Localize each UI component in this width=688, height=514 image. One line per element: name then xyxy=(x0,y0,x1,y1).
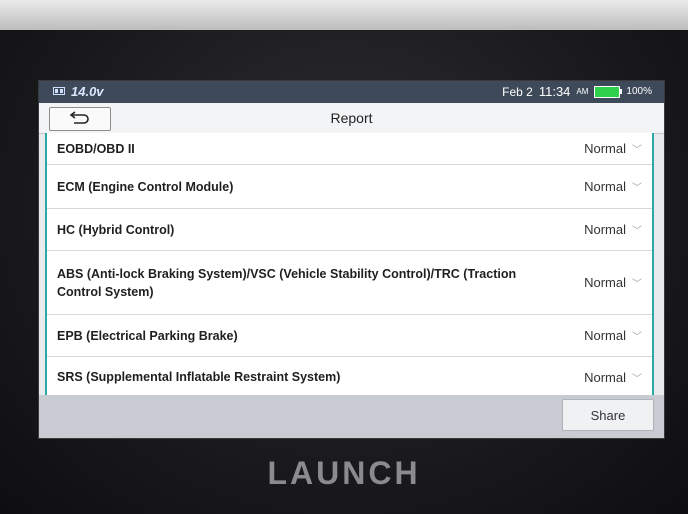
status-dropdown[interactable]: Normal ﹀ xyxy=(562,141,652,156)
status-value: Normal xyxy=(584,275,626,290)
device-bezel-top xyxy=(0,0,688,30)
chevron-down-icon: ﹀ xyxy=(632,279,642,290)
brand-logo: LAUNCH xyxy=(267,455,421,491)
system-name: EOBD/OBD II xyxy=(57,141,135,156)
chevron-down-icon: ﹀ xyxy=(632,226,642,237)
list-item[interactable]: ECM (Engine Control Module) Normal ﹀ xyxy=(47,165,652,209)
chevron-down-icon: ﹀ xyxy=(632,145,642,156)
share-button[interactable]: Share xyxy=(562,399,654,431)
list-item[interactable]: EPB (Electrical Parking Brake) Normal ﹀ xyxy=(47,315,652,357)
chevron-down-icon: ﹀ xyxy=(632,332,642,343)
system-name: ABS (Anti-lock Braking System)/VSC (Vehi… xyxy=(57,266,517,299)
list-item[interactable]: HC (Hybrid Control) Normal ﹀ xyxy=(47,209,652,251)
status-value: Normal xyxy=(584,141,626,156)
status-ampm: AM xyxy=(576,87,589,96)
system-status-list: EOBD/OBD II Normal ﹀ ECM (Engine Control… xyxy=(45,133,654,395)
status-value: Normal xyxy=(584,222,626,237)
system-name: ECM (Engine Control Module) xyxy=(57,179,234,194)
title-bar: Report xyxy=(39,103,664,134)
status-dropdown[interactable]: Normal ﹀ xyxy=(562,328,652,343)
list-item[interactable]: SRS (Supplemental Inflatable Restraint S… xyxy=(47,357,652,395)
status-dropdown[interactable]: Normal ﹀ xyxy=(562,222,652,237)
battery-percent: 100% xyxy=(626,86,652,97)
status-date: Feb 2 xyxy=(502,84,533,99)
screen: 14.0v Feb 2 11:34 AM 100% Report EOBD/OB… xyxy=(38,80,665,439)
chevron-down-icon: ﹀ xyxy=(632,183,642,194)
system-name: EPB (Electrical Parking Brake) xyxy=(57,328,238,343)
system-name: SRS (Supplemental Inflatable Restraint S… xyxy=(57,370,341,384)
chevron-down-icon: ﹀ xyxy=(632,373,642,385)
list-item[interactable]: EOBD/OBD II Normal ﹀ xyxy=(47,133,652,165)
status-dropdown[interactable]: Normal ﹀ xyxy=(562,275,652,290)
status-value: Normal xyxy=(584,328,626,343)
footer-bar: Share xyxy=(39,395,664,438)
voltage-readout: 14.0v xyxy=(71,84,104,99)
status-value: Normal xyxy=(584,179,626,194)
device-body: 14.0v Feb 2 11:34 AM 100% Report EOBD/OB… xyxy=(0,0,688,514)
page-title: Report xyxy=(330,110,373,126)
status-bar: 14.0v Feb 2 11:34 AM 100% xyxy=(39,81,664,103)
vci-icon xyxy=(53,85,65,99)
status-dropdown[interactable]: Normal ﹀ xyxy=(562,370,652,385)
status-value: Normal xyxy=(584,369,626,385)
list-item[interactable]: ABS (Anti-lock Braking System)/VSC (Vehi… xyxy=(47,251,652,315)
status-dropdown[interactable]: Normal ﹀ xyxy=(562,179,652,194)
battery-icon xyxy=(594,85,623,98)
status-time: 11:34 xyxy=(538,84,571,99)
system-name: HC (Hybrid Control) xyxy=(57,222,175,237)
